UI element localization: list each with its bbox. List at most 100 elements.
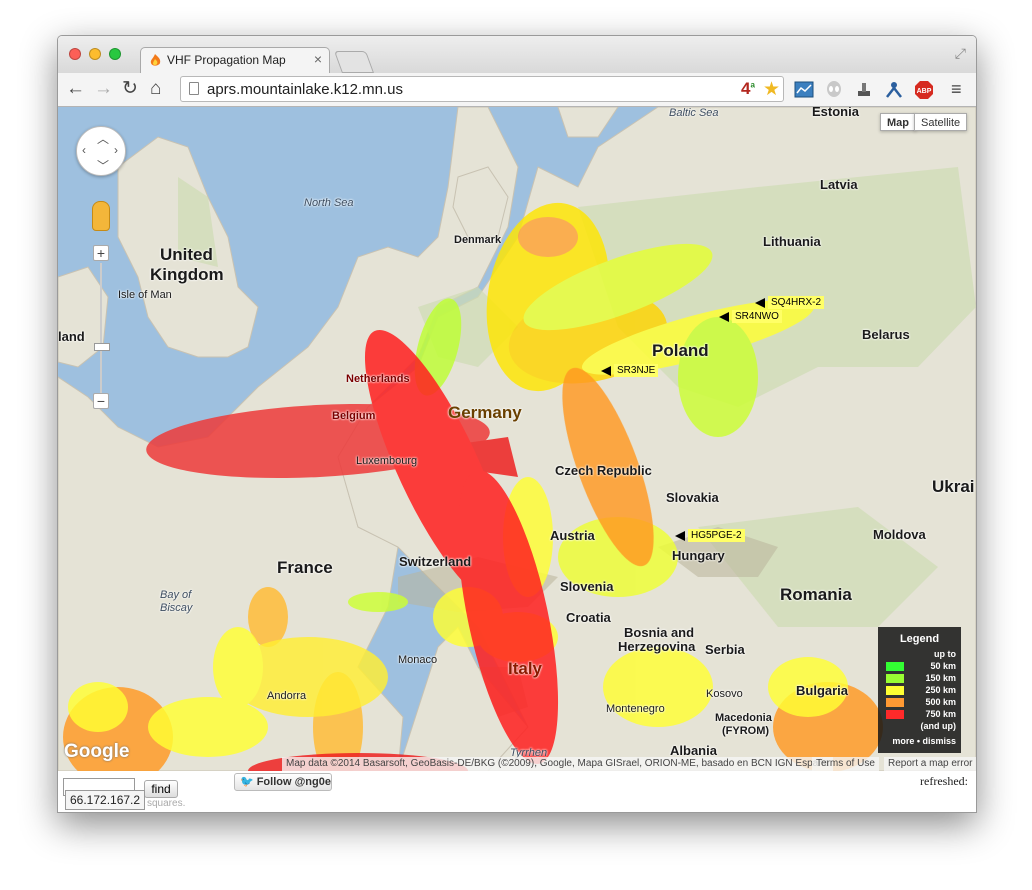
map-attribution: Map data ©2014 Basarsoft, GeoBasis-DE/BK… (282, 757, 834, 771)
label-belgium: Belgium (332, 410, 376, 422)
stamp-extension-icon[interactable] (854, 80, 874, 100)
label-slovakia: Slovakia (666, 490, 719, 505)
label-isle-of-man: Isle of Man (118, 289, 172, 301)
label-luxembourg: Luxembourg (356, 455, 418, 467)
label-germany: Germany (448, 403, 522, 422)
label-andorra: Andorra (267, 690, 307, 702)
extension-badge-icon[interactable]: 4a (741, 79, 755, 99)
google-logo[interactable]: Google (64, 741, 129, 763)
label-united: United (160, 245, 213, 264)
label-slovenia: Slovenia (560, 579, 614, 594)
close-window-button[interactable] (69, 48, 81, 60)
alien-extension-icon[interactable] (824, 80, 844, 100)
station-marker[interactable]: SR4NWO (719, 308, 782, 324)
label-croatia: Croatia (566, 610, 611, 625)
tab-close-icon[interactable]: × (314, 51, 322, 67)
browser-window: VHF Propagation Map × ⤢ ← → ↻ ⌂ aprs.mou… (57, 35, 977, 813)
fullscreen-icon[interactable]: ⤢ (955, 45, 966, 62)
pan-down-icon[interactable]: ﹀ (97, 157, 109, 174)
map-view[interactable]: Baltic Sea Estonia Latvia Lithuania Bela… (58, 107, 976, 771)
legend-row: 500 km (886, 697, 956, 708)
new-tab-button[interactable] (333, 51, 375, 73)
label-latvia: Latvia (820, 177, 858, 192)
reload-icon[interactable]: ↻ (122, 78, 138, 100)
label-netherlands: Netherlands (346, 373, 410, 385)
zoom-track[interactable] (100, 263, 102, 395)
station-marker[interactable]: SR3NJE (601, 362, 659, 378)
pan-left-icon[interactable]: ‹ (82, 143, 86, 157)
label-italy: Italy (508, 659, 543, 678)
label-poland: Poland (652, 341, 709, 360)
back-icon[interactable]: ← (66, 78, 85, 100)
label-belarus: Belarus (862, 327, 910, 342)
label-bosnia-1: Bosnia and (624, 625, 695, 640)
page-icon (189, 82, 199, 95)
ip-tooltip: 66.172.167.2 (65, 790, 146, 810)
label-north-sea: North Sea (304, 197, 354, 209)
label-kingdom: Kingdom (150, 265, 224, 284)
forward-icon[interactable]: → (94, 78, 113, 100)
legend-row: 250 km (886, 685, 956, 696)
zoom-out-button[interactable]: − (93, 393, 109, 409)
label-biscay: Biscay (160, 602, 193, 614)
home-icon[interactable]: ⌂ (150, 78, 161, 100)
zoom-slider-knob[interactable] (94, 343, 110, 351)
label-monaco: Monaco (398, 654, 438, 666)
twitter-bird-icon: 🐦 (240, 776, 254, 788)
label-macedonia-2: (FYROM) (722, 725, 770, 737)
label-czech-republic: Czech Republic (555, 463, 652, 478)
legend-row: 50 km (886, 661, 956, 672)
label-bay-of: Bay of (160, 589, 192, 601)
pan-up-icon[interactable]: ︿ (97, 130, 109, 147)
page-footer: find 🐦 Follow @ng0e squares. 66.172.167.2… (58, 771, 976, 812)
people-extension-icon[interactable] (884, 80, 904, 100)
adblock-plus-icon[interactable]: ABP (914, 80, 934, 100)
label-austria: Austria (550, 528, 595, 543)
tab-vhf-propagation-map[interactable]: VHF Propagation Map × (140, 47, 330, 74)
map-type-satellite-button[interactable]: Satellite (914, 113, 968, 131)
label-ireland: land (58, 329, 85, 344)
zoom-in-button[interactable]: + (93, 245, 109, 261)
report-map-error-link[interactable]: Report a map error (884, 757, 976, 771)
tab-title: VHF Propagation Map (167, 53, 286, 67)
squares-text: squares. (147, 798, 186, 809)
label-albania: Albania (670, 743, 717, 758)
label-ukraine: Ukrai (932, 477, 975, 496)
pan-control[interactable]: ︿ ﹀ ‹ › (76, 126, 126, 176)
station-marker[interactable]: HG5PGE-2 (675, 527, 745, 543)
street-view-pegman-icon[interactable] (92, 201, 110, 231)
label-bosnia-2: Herzegovina (618, 639, 696, 654)
pan-right-icon[interactable]: › (114, 143, 118, 157)
zoom-window-button[interactable] (109, 48, 121, 60)
url-text[interactable]: aprs.mountainlake.k12.mn.us (207, 81, 403, 98)
terms-of-use-link[interactable]: Terms of Use (812, 757, 879, 771)
menu-icon[interactable]: ≡ (951, 78, 962, 100)
legend-title: Legend (899, 633, 940, 645)
map-type-map-button[interactable]: Map (880, 113, 916, 131)
address-bar[interactable]: aprs.mountainlake.k12.mn.us 4a ★ (180, 76, 784, 102)
label-kosovo: Kosovo (706, 688, 743, 700)
label-baltic-sea: Baltic Sea (669, 107, 719, 119)
label-denmark: Denmark (454, 234, 502, 246)
bookmark-star-icon[interactable]: ★ (763, 78, 780, 101)
legend-row: 750 km (886, 709, 956, 720)
minimize-window-button[interactable] (89, 48, 101, 60)
refreshed-label: refreshed: (920, 774, 968, 788)
legend-and-up: (and up) (920, 721, 957, 731)
twitter-follow-button[interactable]: 🐦 Follow @ng0e (234, 773, 332, 791)
legend-more-dismiss-link[interactable]: more • dismiss (886, 736, 956, 747)
svg-text:ABP: ABP (917, 88, 932, 95)
label-estonia: Estonia (812, 107, 859, 119)
label-romania: Romania (780, 585, 852, 604)
title-bar: VHF Propagation Map × ⤢ (58, 36, 976, 74)
label-switzerland: Switzerland (399, 554, 472, 569)
find-button[interactable]: find (144, 780, 178, 798)
label-moldova: Moldova (873, 527, 926, 542)
legend-row: 150 km (886, 673, 956, 684)
browser-toolbar: ← → ↻ ⌂ aprs.mountainlake.k12.mn.us 4a ★ (58, 73, 976, 107)
label-macedonia-1: Macedonia (715, 712, 772, 724)
flame-favicon-icon (150, 54, 161, 66)
label-serbia: Serbia (705, 642, 745, 657)
chart-extension-icon[interactable] (794, 80, 814, 100)
station-marker[interactable]: SQ4HRX-2 (755, 294, 825, 310)
